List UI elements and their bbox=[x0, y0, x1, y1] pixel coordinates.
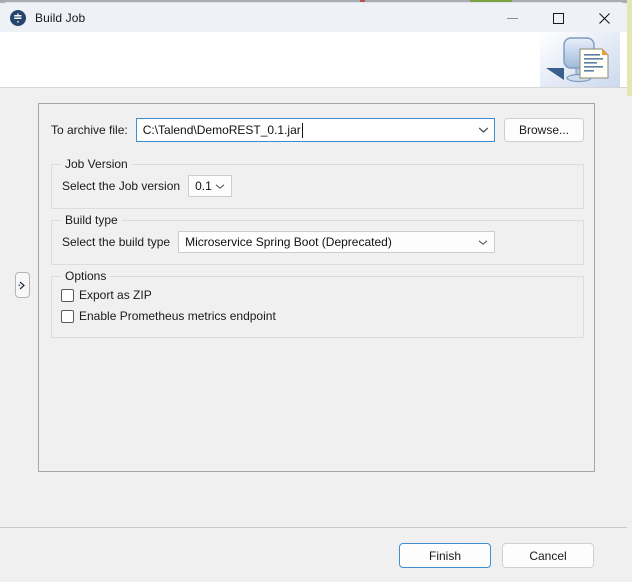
checkbox-unchecked-icon[interactable] bbox=[61, 288, 74, 302]
talend-logo-icon bbox=[10, 9, 26, 26]
option-label: Export as ZIP bbox=[79, 288, 152, 302]
chevron-down-icon bbox=[215, 183, 225, 189]
dialog-footer: Finish Cancel bbox=[0, 527, 627, 582]
archive-file-dropdown-button[interactable] bbox=[472, 119, 494, 141]
dialog-banner bbox=[0, 32, 627, 88]
build-type-label: Select the build type bbox=[62, 235, 171, 249]
options-group: Options Export as ZIP Enable Prometheus … bbox=[51, 269, 584, 338]
option-label: Enable Prometheus metrics endpoint bbox=[79, 309, 276, 323]
job-version-select[interactable]: 0.1 bbox=[188, 175, 233, 197]
build-type-group: Build type Select the build type Microse… bbox=[51, 213, 584, 265]
archive-file-row: To archive file: C:\Talend\DemoREST_0.1.… bbox=[51, 118, 584, 142]
text-caret bbox=[301, 122, 303, 138]
close-icon bbox=[598, 12, 610, 24]
checkbox-unchecked-icon[interactable] bbox=[61, 309, 74, 323]
option-export-as-zip[interactable]: Export as ZIP bbox=[61, 288, 152, 302]
dialog-body: To archive file: C:\Talend\DemoREST_0.1.… bbox=[0, 89, 627, 527]
content-panel: To archive file: C:\Talend\DemoREST_0.1.… bbox=[38, 103, 595, 472]
options-group-title: Options bbox=[61, 269, 111, 283]
build-type-row: Select the build type Microservice Sprin… bbox=[62, 231, 496, 253]
build-type-group-title: Build type bbox=[61, 213, 122, 227]
window-controls bbox=[489, 3, 627, 33]
build-job-dialog-window: Build Job To archive file: C:\Talend\Dem… bbox=[0, 0, 632, 582]
archive-file-label: To archive file: bbox=[51, 123, 128, 137]
build-type-value: Microservice Spring Boot (Deprecated) bbox=[185, 235, 392, 249]
titlebar: Build Job bbox=[0, 2, 627, 32]
export-document-icon bbox=[540, 32, 620, 87]
background-window-right-strip bbox=[627, 0, 632, 96]
build-type-dropdown-arrow[interactable] bbox=[474, 232, 492, 252]
option-enable-prometheus-metrics-endpoint[interactable]: Enable Prometheus metrics endpoint bbox=[61, 309, 276, 323]
close-button[interactable] bbox=[581, 3, 627, 33]
job-version-group: Job Version Select the Job version 0.1 bbox=[51, 157, 584, 209]
job-version-dropdown-arrow[interactable] bbox=[211, 176, 229, 196]
cancel-button[interactable]: Cancel bbox=[502, 543, 594, 568]
archive-file-combo[interactable]: C:\Talend\DemoREST_0.1.jar bbox=[135, 118, 496, 142]
finish-button[interactable]: Finish bbox=[399, 543, 491, 568]
chevron-down-icon bbox=[478, 127, 488, 133]
minimize-icon bbox=[506, 17, 518, 19]
maximize-icon bbox=[552, 12, 564, 24]
chevron-right-icon bbox=[18, 281, 25, 289]
job-version-row: Select the Job version 0.1 bbox=[62, 175, 233, 197]
chevron-down-icon bbox=[478, 239, 488, 245]
build-type-select[interactable]: Microservice Spring Boot (Deprecated) bbox=[178, 231, 496, 253]
browse-button[interactable]: Browse... bbox=[504, 118, 584, 142]
job-version-label: Select the Job version bbox=[62, 179, 181, 193]
minimize-button[interactable] bbox=[489, 3, 535, 33]
archive-file-input[interactable]: C:\Talend\DemoREST_0.1.jar bbox=[137, 123, 301, 137]
collapse-panel-handle[interactable] bbox=[15, 272, 30, 298]
window-title: Build Job bbox=[35, 10, 86, 25]
job-version-value: 0.1 bbox=[195, 179, 212, 193]
maximize-button[interactable] bbox=[535, 3, 581, 33]
job-version-group-title: Job Version bbox=[61, 157, 132, 171]
